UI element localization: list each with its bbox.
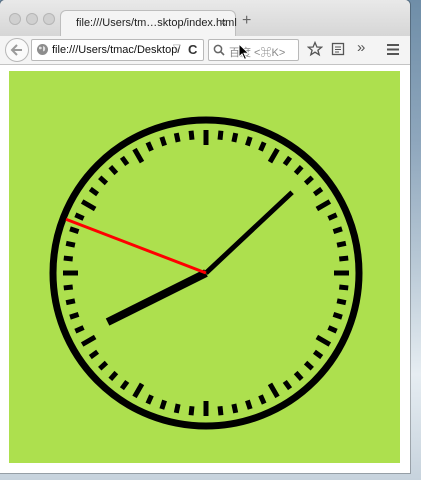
minute-tick — [98, 175, 109, 186]
minute-tick — [332, 312, 343, 320]
minute-tick — [119, 155, 130, 167]
hour-tick — [80, 199, 97, 212]
minute-tick — [245, 136, 253, 147]
minute-tick — [159, 399, 167, 410]
reading-list-icon[interactable] — [330, 41, 346, 57]
minute-tick — [65, 240, 76, 248]
second-hand — [65, 217, 207, 275]
reload-icon[interactable]: C — [188, 42, 197, 57]
hour-tick — [132, 382, 145, 399]
tab-close-icon[interactable]: × — [219, 15, 227, 30]
minute-tick — [69, 226, 80, 234]
hour-tick — [315, 334, 332, 347]
minute-tick — [327, 212, 338, 221]
minute-tick — [74, 212, 85, 221]
minute-tick — [145, 141, 154, 152]
tab-index-html[interactable]: file:///Users/tm…sktop/index.html × — [60, 10, 237, 36]
minute-tick — [282, 155, 293, 167]
minute-tick — [231, 132, 239, 143]
hour-tick — [267, 382, 280, 399]
search-input[interactable]: 百度 <⌘K> — [208, 39, 299, 61]
minute-tick — [88, 186, 100, 197]
minute-tick — [327, 325, 338, 334]
minute-tick — [293, 370, 304, 381]
minute-tick — [98, 360, 109, 371]
minute-tick — [245, 399, 253, 410]
minute-tick — [65, 298, 76, 306]
page-content — [0, 65, 410, 473]
minute-tick — [188, 130, 195, 140]
minute-tick — [312, 186, 324, 197]
hour-hand — [105, 269, 208, 326]
hour-tick — [315, 199, 332, 212]
minute-tick — [282, 379, 293, 391]
minute-tick — [258, 141, 267, 152]
minimize-window-button[interactable] — [26, 13, 38, 25]
minute-tick — [231, 403, 239, 414]
minute-tick — [145, 394, 154, 405]
bookmark-star-icon[interactable] — [307, 41, 323, 57]
minute-tick — [188, 406, 195, 416]
url-dropdown-icon[interactable]: ▽ — [173, 43, 181, 54]
minute-tick — [332, 226, 343, 234]
minute-tick — [258, 394, 267, 405]
hour-tick — [267, 147, 280, 164]
minute-tick — [159, 136, 167, 147]
overflow-menu-icon[interactable]: » — [357, 39, 365, 56]
minute-tick — [336, 298, 347, 306]
url-text[interactable]: file:///Users/tmac/Desktop/ — [52, 44, 180, 56]
minute-tick — [74, 325, 85, 334]
clock-canvas — [9, 71, 400, 463]
back-arrow-icon — [10, 44, 22, 56]
tab-title: file:///Users/tm…sktop/index.html — [76, 17, 237, 29]
navigation-bar: file:///Users/tmac/Desktop/ ▽ C 百度 <⌘K> … — [0, 36, 410, 65]
minute-tick — [293, 165, 304, 176]
minute-tick — [63, 255, 73, 262]
minute-tick — [312, 349, 324, 360]
mouse-cursor-icon — [238, 43, 250, 61]
minute-tick — [119, 379, 130, 391]
hamburger-menu-icon[interactable] — [386, 43, 400, 56]
minute-tick — [217, 406, 224, 416]
minute-tick — [63, 284, 73, 291]
new-tab-button[interactable]: + — [242, 12, 251, 30]
hour-tick — [132, 147, 145, 164]
close-window-button[interactable] — [9, 13, 21, 25]
minute-tick — [108, 165, 119, 176]
minute-tick — [339, 284, 349, 291]
hour-tick — [80, 334, 97, 347]
zoom-window-button[interactable] — [43, 13, 55, 25]
title-bar: file:///Users/tm…sktop/index.html × + — [0, 0, 410, 36]
analog-clock — [49, 116, 363, 430]
minute-tick — [217, 130, 224, 140]
minute-tick — [173, 132, 181, 143]
minute-tick — [88, 349, 100, 360]
minute-tick — [336, 240, 347, 248]
browser-window: file:///Users/tm…sktop/index.html × + fi… — [0, 0, 410, 473]
globe-icon — [37, 44, 48, 55]
minute-tick — [339, 255, 349, 262]
minute-tick — [108, 370, 119, 381]
minute-tick — [69, 312, 80, 320]
back-button[interactable] — [5, 38, 29, 62]
search-icon — [213, 44, 225, 56]
minute-hand — [204, 190, 294, 275]
url-bar[interactable]: file:///Users/tmac/Desktop/ ▽ C — [31, 39, 204, 61]
minute-tick — [303, 175, 314, 186]
minute-tick — [303, 360, 314, 371]
minute-tick — [173, 403, 181, 414]
